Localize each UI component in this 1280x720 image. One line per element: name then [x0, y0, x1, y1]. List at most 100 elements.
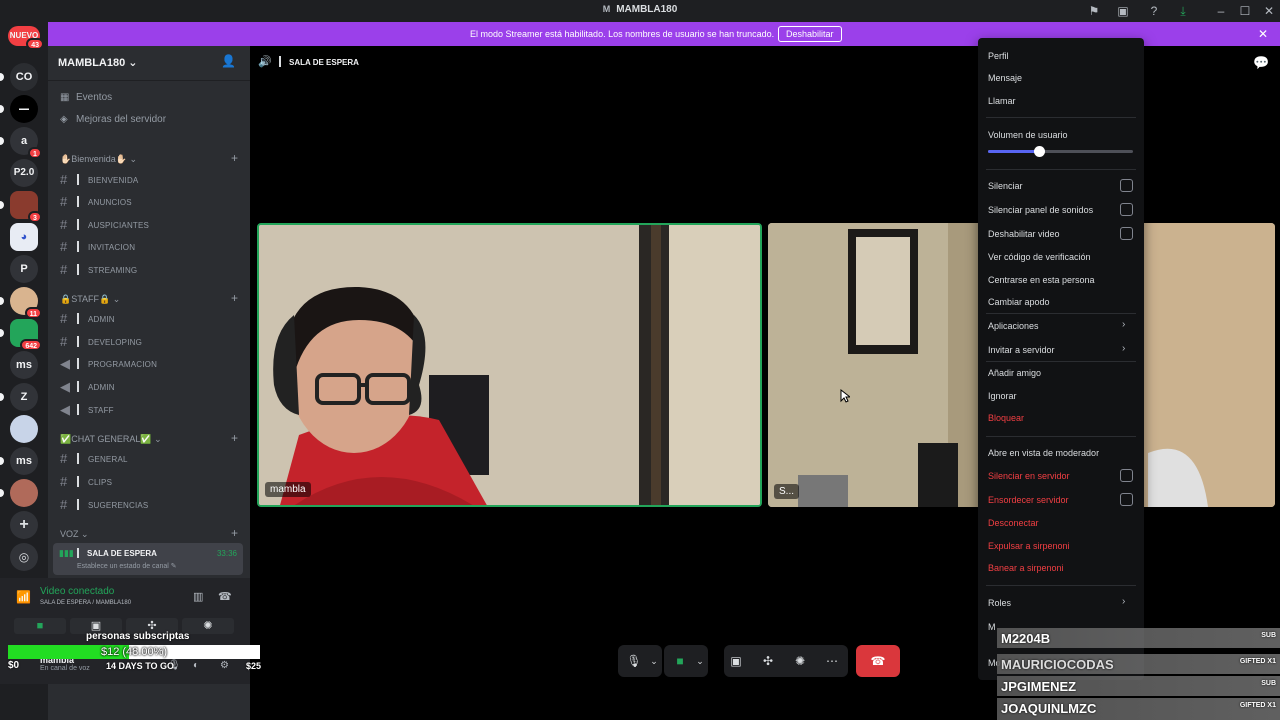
minimize-icon[interactable]: –: [1213, 3, 1229, 19]
channel-admin-2[interactable]: ◀ ADMIN: [60, 378, 240, 396]
menu-add-friend[interactable]: Añadir amigo: [988, 368, 1041, 378]
chat-icon[interactable]: 💬: [1253, 55, 1269, 71]
add-server-icon[interactable]: +: [10, 511, 38, 539]
add-member-icon[interactable]: 👤: [221, 54, 236, 68]
menu-focus-person[interactable]: Centrarse en esta persona: [988, 275, 1095, 285]
disable-video-checkbox[interactable]: [1120, 227, 1133, 240]
disable-streamer-button[interactable]: Deshabilitar: [778, 26, 842, 42]
mic-control[interactable]: 🎙 ⌄: [618, 645, 662, 677]
server-name[interactable]: MAMBLA180 ⌄: [58, 56, 138, 69]
help-icon[interactable]: ?: [1146, 3, 1162, 19]
server-image-3[interactable]: 11: [10, 287, 42, 319]
chevron-down-icon[interactable]: ⌄: [690, 653, 710, 669]
menu-profile[interactable]: Perfil: [988, 51, 1009, 61]
mic-icon[interactable]: 🎙: [624, 653, 644, 669]
server-z[interactable]: Z: [10, 383, 38, 411]
server-co[interactable]: CO: [10, 63, 38, 91]
banner-close-icon[interactable]: ✕: [1258, 27, 1268, 41]
server-image-6[interactable]: [10, 479, 38, 507]
server-ms[interactable]: ms: [10, 351, 38, 379]
disconnect-icon[interactable]: ☎: [218, 590, 232, 603]
channel-invitacion[interactable]: # INVITACION: [60, 238, 240, 256]
maximize-icon[interactable]: ☐: [1237, 3, 1253, 19]
menu-kick[interactable]: Expulsar a sirpenoni: [988, 541, 1070, 551]
soundboard-button[interactable]: ✺: [182, 618, 234, 634]
server-image-1[interactable]: 3: [10, 191, 42, 223]
menu-ban[interactable]: Banear a sirpenoni: [988, 563, 1064, 573]
voice-channel-sala-de-espera[interactable]: ▮▮▮ SALA DE ESPERA 33:36 Establece un es…: [53, 543, 243, 575]
settings-gear-icon[interactable]: ⚙: [220, 660, 229, 671]
server-p[interactable]: P: [10, 255, 38, 283]
inbox-flag-icon[interactable]: ⚑: [1086, 3, 1102, 19]
channel-developing[interactable]: # DEVELOPING: [60, 333, 240, 351]
menu-call[interactable]: Llamar: [988, 96, 1016, 106]
channel-staff[interactable]: ◀ STAFF: [60, 401, 240, 419]
menu-mute-soundboard[interactable]: Silenciar panel de sonidos: [988, 205, 1093, 215]
volume-knob[interactable]: [1033, 146, 1045, 157]
camera-button[interactable]: ■: [14, 618, 66, 634]
headphones-icon[interactable]: ◐: [193, 660, 199, 671]
menu-invite-server[interactable]: Invitar a servidor: [988, 345, 1055, 355]
menu-message[interactable]: Mensaje: [988, 73, 1022, 83]
menu-server-mute[interactable]: Silenciar en servidor: [988, 471, 1070, 481]
end-call-button[interactable]: ☎: [856, 645, 900, 677]
add-channel-icon[interactable]: +: [231, 431, 238, 445]
menu-ignore[interactable]: Ignorar: [988, 391, 1017, 401]
new-badge[interactable]: NUEVO 43: [8, 26, 44, 50]
server-mute-checkbox[interactable]: [1120, 469, 1133, 482]
category-chat-general[interactable]: ✅CHAT GENERAL✅ ⌄: [60, 434, 162, 445]
camera-control[interactable]: ■ ⌄: [664, 645, 708, 677]
server-boost-link[interactable]: ◈ Mejoras del servidor: [60, 114, 166, 125]
menu-mute[interactable]: Silenciar: [988, 181, 1023, 191]
camera-icon[interactable]: ■: [670, 653, 690, 669]
signal-icon[interactable]: 📶: [16, 590, 31, 604]
events-link[interactable]: ▦ Eventos: [60, 92, 112, 103]
download-icon[interactable]: ⤓: [1175, 3, 1191, 19]
mute-checkbox[interactable]: [1120, 179, 1133, 192]
screen-share-icon[interactable]: ▣: [726, 653, 746, 669]
server-image-2[interactable]: ◕: [10, 223, 38, 251]
menu-disable-video[interactable]: Deshabilitar video: [988, 229, 1060, 239]
menu-m[interactable]: M: [988, 622, 996, 632]
channel-sugerencias[interactable]: # SUGERENCIAS: [60, 496, 240, 514]
mute-soundboard-checkbox[interactable]: [1120, 203, 1133, 216]
menu-mod-view[interactable]: Abre en vista de moderador: [988, 448, 1099, 458]
close-window-icon[interactable]: ✕: [1261, 3, 1277, 19]
add-channel-icon[interactable]: +: [231, 526, 238, 540]
channel-general[interactable]: # GENERAL: [60, 450, 240, 468]
channel-streaming[interactable]: # STREAMING: [60, 261, 240, 279]
add-channel-icon[interactable]: +: [231, 291, 238, 305]
server-ms-2[interactable]: ms: [10, 447, 38, 475]
noise-suppression-icon[interactable]: ▥: [193, 590, 203, 603]
voice-location[interactable]: SALA DE ESPERA / MAMBLA180: [40, 600, 131, 606]
menu-change-nickname[interactable]: Cambiar apodo: [988, 297, 1050, 307]
more-options-icon[interactable]: ⋯: [822, 653, 842, 669]
channel-clips[interactable]: # CLIPS: [60, 473, 240, 491]
discover-icon[interactable]: ◎: [10, 543, 38, 571]
menu-apps[interactable]: Aplicaciones: [988, 321, 1039, 331]
add-channel-icon[interactable]: +: [231, 151, 238, 165]
menu-disconnect[interactable]: Desconectar: [988, 518, 1039, 528]
category-staff[interactable]: 🔒STAFF🔒 ⌄: [60, 294, 120, 305]
channel-status-prompt[interactable]: Establece un estado de canal ✎: [77, 562, 177, 570]
menu-verification-code[interactable]: Ver código de verificación: [988, 252, 1091, 262]
category-bienvenida[interactable]: ✋🏻Bienvenida✋🏻 ⌄: [60, 154, 137, 165]
server-icon-dark[interactable]: ▬▬: [10, 95, 38, 123]
channel-auspiciantes[interactable]: # AUSPICIANTES: [60, 216, 240, 234]
activities-icon[interactable]: ✣: [758, 653, 778, 669]
inbox-icon[interactable]: ▣: [1115, 3, 1131, 19]
channel-anuncios[interactable]: # ANUNCIOS: [60, 193, 240, 211]
server-image-4[interactable]: 642: [10, 319, 42, 351]
channel-bienvenida[interactable]: # BIENVENIDA: [60, 171, 240, 189]
menu-roles[interactable]: Roles: [988, 598, 1011, 608]
user-volume-slider[interactable]: [988, 146, 1133, 157]
menu-server-deafen[interactable]: Ensordecer servidor: [988, 495, 1069, 505]
channel-admin[interactable]: # ADMIN: [60, 310, 240, 328]
menu-block[interactable]: Bloquear: [988, 413, 1024, 423]
server-a[interactable]: a1: [10, 127, 42, 159]
chevron-down-icon[interactable]: ⌄: [644, 653, 664, 669]
server-deafen-checkbox[interactable]: [1120, 493, 1133, 506]
server-image-5[interactable]: [10, 415, 38, 443]
video-tile-mambla[interactable]: mambla: [257, 223, 762, 507]
soundboard-icon[interactable]: ✺: [790, 653, 810, 669]
